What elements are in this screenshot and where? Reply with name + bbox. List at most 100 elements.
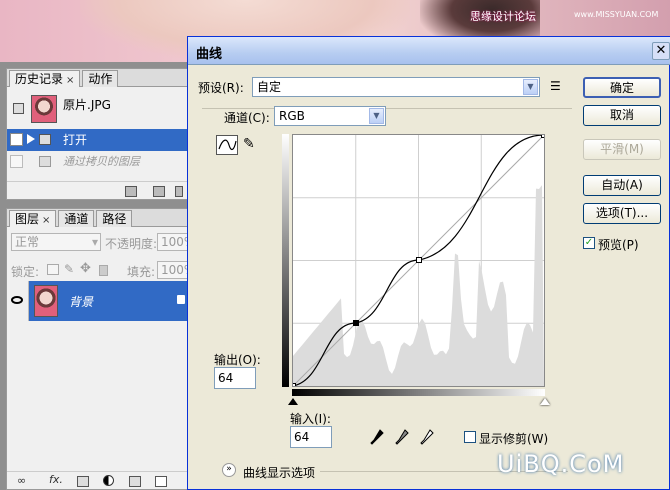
new-document-icon[interactable] xyxy=(125,186,137,197)
channel-select[interactable]: RGB ▼ xyxy=(274,106,386,126)
preset-label: 预设(R): xyxy=(198,81,244,95)
dialog-titlebar[interactable]: 曲线 ✕ xyxy=(188,37,670,65)
gray-eyedropper-icon[interactable] xyxy=(395,429,409,445)
black-eyedropper-icon[interactable] xyxy=(370,429,384,445)
curve-graph[interactable] xyxy=(290,132,547,389)
tab-history-label: 历史记录 xyxy=(15,72,64,86)
preview-checkbox[interactable]: ✓ xyxy=(583,237,595,249)
lock-all-icon[interactable] xyxy=(99,265,108,276)
input-field[interactable]: 64 xyxy=(290,426,332,448)
lock-transparency-icon[interactable] xyxy=(47,264,59,275)
output-label: 输出(O): xyxy=(214,353,261,367)
show-clipping-checkbox[interactable] xyxy=(464,431,476,443)
black-point-slider[interactable] xyxy=(288,398,298,405)
show-clipping-label: 显示修剪(W) xyxy=(479,432,549,446)
white-eyedropper-icon[interactable] xyxy=(420,429,434,445)
curve-control-point[interactable] xyxy=(352,320,359,327)
white-point-slider[interactable] xyxy=(540,398,550,405)
close-button[interactable]: ✕ xyxy=(652,42,670,60)
preset-value: 自定 xyxy=(257,80,282,94)
curve-options-label: 曲线显示选项 xyxy=(243,466,316,480)
lock-move-icon[interactable]: ✥ xyxy=(80,261,91,276)
preview-label: 预览(P) xyxy=(598,238,639,252)
brush-source-box[interactable] xyxy=(10,155,23,168)
fill-label: 填充: xyxy=(127,265,156,279)
blend-mode-select[interactable]: 正常 ▾ xyxy=(11,233,101,251)
brush-source-icon[interactable] xyxy=(13,103,24,114)
chevron-down-icon: ▾ xyxy=(91,235,98,249)
tab-history[interactable]: 历史记录 × xyxy=(9,70,81,87)
fx-icon[interactable]: fx. xyxy=(49,473,63,486)
fill-input[interactable]: 100% xyxy=(157,261,195,279)
history-state-marker-icon xyxy=(27,134,35,144)
blend-mode-value: 正常 xyxy=(15,235,40,249)
site-logo: UiBQ.CoM xyxy=(497,450,625,478)
document-icon xyxy=(39,156,51,167)
history-item-copy-layer[interactable]: 通过拷贝的图层 xyxy=(7,151,189,173)
layer-thumbnail xyxy=(34,285,58,317)
chevron-down-icon: ▼ xyxy=(523,79,538,95)
opacity-label: 不透明度: xyxy=(105,237,158,251)
expand-chevron-icon[interactable]: » xyxy=(222,463,236,477)
layer-name: 背景 xyxy=(69,295,94,309)
lock-label: 锁定: xyxy=(11,265,40,279)
curve-point-tool-button[interactable] xyxy=(216,135,238,155)
new-group-icon[interactable] xyxy=(129,476,141,487)
curve-control-point[interactable] xyxy=(541,132,547,138)
trash-icon[interactable] xyxy=(175,186,183,197)
close-icon[interactable]: × xyxy=(42,215,50,226)
link-layers-icon[interactable]: ∞ xyxy=(17,474,26,487)
pencil-tool-icon[interactable]: ✎ xyxy=(243,136,255,152)
channel-value: RGB xyxy=(279,109,305,123)
output-field[interactable]: 64 xyxy=(214,367,256,389)
curve-graph-svg xyxy=(290,132,547,389)
layers-panel: 图层 × 通道 路径 正常 ▾ 不透明度: 100% 锁定: ✎ ✥ 填充: 100% … xyxy=(6,208,195,490)
watermark-url: www.MISSYUAN.COM xyxy=(574,10,659,19)
tab-actions[interactable]: 动作 xyxy=(82,70,119,87)
tab-layers-label: 图层 xyxy=(15,212,40,226)
add-mask-icon[interactable] xyxy=(77,476,89,487)
layers-footer: ∞ fx. xyxy=(7,471,187,489)
history-tabbar: 历史记录 × 动作 xyxy=(7,69,187,87)
tab-layers[interactable]: 图层 × xyxy=(9,210,57,227)
input-gradient-bar xyxy=(292,389,545,396)
eye-icon[interactable] xyxy=(11,296,23,304)
options-button[interactable]: 选项(T)... xyxy=(583,203,661,224)
cancel-button[interactable]: 取消 xyxy=(583,105,661,126)
layers-tabbar: 图层 × 通道 路径 xyxy=(7,209,187,227)
curve-tool-icon xyxy=(218,139,237,151)
dialog-title: 曲线 xyxy=(196,47,223,62)
tab-paths[interactable]: 路径 xyxy=(96,210,133,227)
visibility-cell[interactable] xyxy=(7,281,29,321)
watermark-text: 思缘设计论坛 xyxy=(470,10,536,23)
history-footer xyxy=(7,181,187,199)
history-item-open[interactable]: 打开 xyxy=(7,129,189,151)
snapshot-name: 原片.JPG xyxy=(63,98,111,112)
ok-button[interactable]: 确定 xyxy=(583,77,661,98)
preset-select[interactable]: 自定 ▼ xyxy=(252,77,540,97)
curve-control-point[interactable] xyxy=(415,257,422,264)
opacity-input[interactable]: 100% xyxy=(157,233,195,251)
history-item-label: 通过拷贝的图层 xyxy=(63,155,140,168)
new-layer-icon[interactable] xyxy=(155,476,167,487)
tab-channels[interactable]: 通道 xyxy=(58,210,95,227)
camera-snapshot-icon[interactable] xyxy=(153,186,165,197)
adjustment-layer-icon[interactable] xyxy=(103,475,114,486)
auto-button[interactable]: 自动(A) xyxy=(583,175,661,196)
smooth-button[interactable]: 平滑(M) xyxy=(583,139,661,160)
lock-brush-icon[interactable]: ✎ xyxy=(64,262,74,276)
input-label: 输入(I): xyxy=(290,412,331,426)
history-snapshot[interactable]: 原片.JPG xyxy=(7,91,189,127)
curves-dialog: 曲线 ✕ 预设(R): 自定 ▼ ☰ 通道(C): RGB ▼ ✎ 输出(O):… xyxy=(187,36,670,490)
layer-row-background[interactable]: 背景 xyxy=(7,281,189,321)
curve-control-point[interactable] xyxy=(290,383,296,389)
brush-source-box[interactable] xyxy=(10,133,23,146)
close-icon[interactable]: × xyxy=(66,75,74,86)
preset-menu-icon[interactable]: ☰ xyxy=(550,79,561,93)
output-gradient-bar xyxy=(282,134,289,387)
chevron-down-icon: ▼ xyxy=(369,108,384,124)
history-item-label: 打开 xyxy=(63,133,88,147)
snapshot-thumbnail xyxy=(31,95,57,123)
history-panel: 历史记录 × 动作 原片.JPG 打开 通过拷贝的图层 xyxy=(6,68,189,200)
layer-lock-icon xyxy=(177,295,185,304)
